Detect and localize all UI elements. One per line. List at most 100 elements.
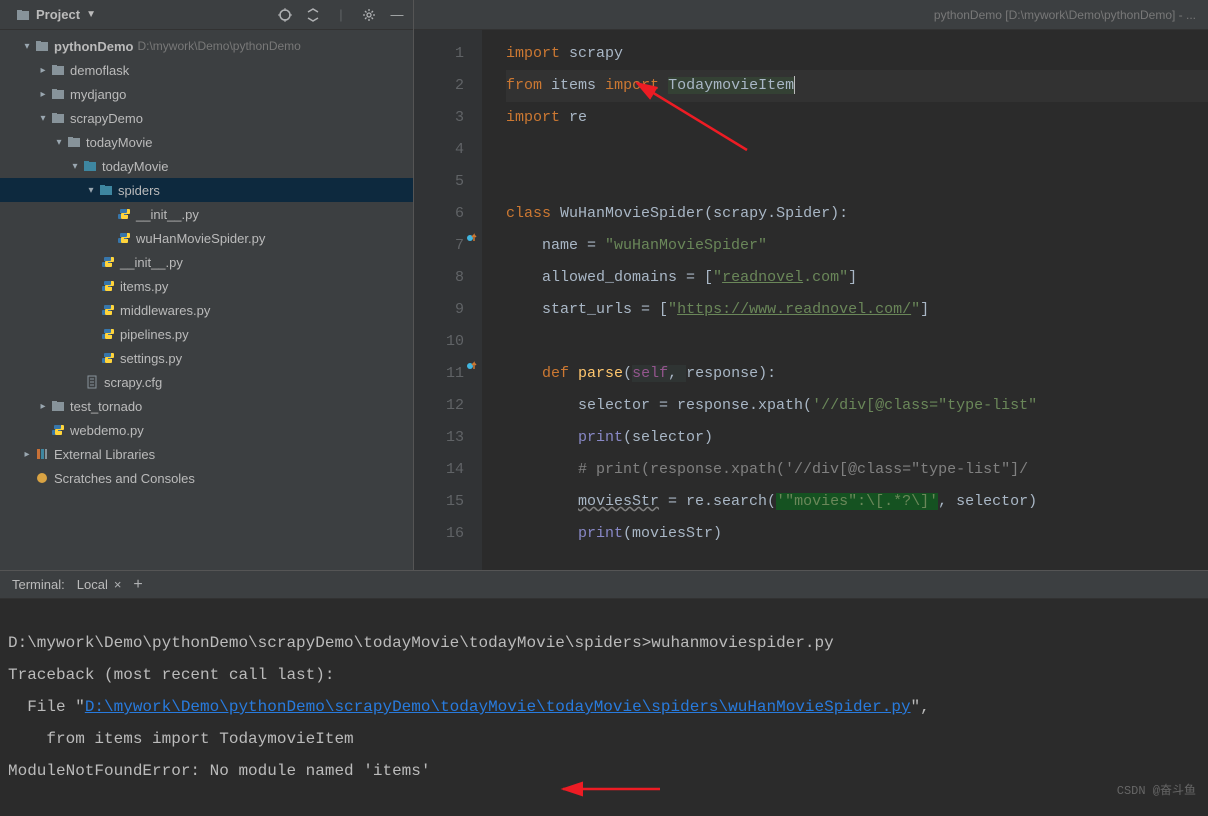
tree-item-spiders[interactable]: ▾spiders [0, 178, 413, 202]
expand-icon[interactable] [305, 7, 321, 23]
terminal-title: Terminal: [12, 577, 65, 592]
folder-icon [50, 398, 66, 414]
tree-label: scrapyDemo [70, 111, 143, 126]
add-terminal-icon[interactable]: + [133, 576, 142, 594]
line-number: 11 [414, 358, 464, 390]
tree-item-testtornado[interactable]: ▸ test_tornado [0, 394, 413, 418]
terminal-line: D:\mywork\Demo\pythonDemo\scrapyDemo\tod… [8, 634, 834, 652]
line-gutter: 1 2 3 4 5 6 7 8 9 10 11 12 13 14 15 16 [414, 30, 482, 570]
tree-item-todaymovie2[interactable]: ▾ todayMovie [0, 154, 413, 178]
tree-item-init1[interactable]: __init__.py [0, 202, 413, 226]
chevron-down-icon[interactable]: ▾ [20, 41, 34, 52]
tree-label: todayMovie [86, 135, 152, 150]
python-file-icon [100, 326, 116, 342]
project-header: Project ▼ | — [0, 0, 413, 30]
terminal-body[interactable]: D:\mywork\Demo\pythonDemo\scrapyDemo\tod… [0, 599, 1208, 815]
terminal-line: ModuleNotFoundError: No module named 'it… [8, 762, 430, 780]
project-tree[interactable]: ▾ pythonDemo D:\mywork\Demo\pythonDemo ▸… [0, 30, 413, 570]
line-number: 8 [414, 262, 464, 294]
line-number: 9 [414, 294, 464, 326]
tree-label: scrapy.cfg [104, 375, 162, 390]
tree-root[interactable]: ▾ pythonDemo D:\mywork\Demo\pythonDemo [0, 34, 413, 58]
package-icon [82, 158, 98, 174]
tree-item-demoflask[interactable]: ▸ demoflask [0, 58, 413, 82]
tree-root-path: D:\mywork\Demo\pythonDemo [137, 39, 300, 53]
chevron-right-icon[interactable]: ▸ [36, 401, 50, 412]
folder-icon [34, 38, 50, 54]
window-title: pythonDemo [D:\mywork\Demo\pythonDemo] -… [934, 8, 1196, 22]
line-number: 15 [414, 486, 464, 518]
override-icon[interactable] [464, 350, 480, 382]
tree-label: External Libraries [54, 447, 155, 462]
tree-root-label: pythonDemo [54, 39, 133, 54]
line-number: 12 [414, 390, 464, 422]
python-file-icon [116, 230, 132, 246]
tree-item-settings[interactable]: settings.py [0, 346, 413, 370]
python-file-icon [100, 278, 116, 294]
dropdown-arrow-icon: ▼ [86, 9, 96, 20]
terminal-line: ", [911, 698, 930, 716]
tree-item-scrapycfg[interactable]: scrapy.cfg [0, 370, 413, 394]
override-icon[interactable] [464, 222, 480, 254]
tree-label: todayMovie [102, 159, 168, 174]
folder-icon [50, 86, 66, 102]
chevron-down-icon[interactable]: ▾ [84, 185, 98, 196]
library-icon [34, 446, 50, 462]
folder-icon [66, 134, 82, 150]
terminal-header: Terminal: Local × + [0, 571, 1208, 599]
line-number: 5 [414, 166, 464, 198]
tree-label: test_tornado [70, 399, 142, 414]
python-file-icon [50, 422, 66, 438]
code-area[interactable]: import scrapy from items import Todaymov… [482, 30, 1208, 570]
tree-item-pipelines[interactable]: pipelines.py [0, 322, 413, 346]
terminal-link[interactable]: D:\mywork\Demo\pythonDemo\scrapyDemo\tod… [85, 698, 911, 716]
line-number: 4 [414, 134, 464, 166]
project-panel: Project ▼ | — ▾ pythonDemo D:\mywork\Dem… [0, 0, 414, 570]
scratch-icon [34, 470, 50, 486]
tree-item-scrapydemo[interactable]: ▾ scrapyDemo [0, 106, 413, 130]
tree-item-mydjango[interactable]: ▸mydjango [0, 82, 413, 106]
tree-item-todaymovie1[interactable]: ▾ todayMovie [0, 130, 413, 154]
chevron-right-icon[interactable]: ▸ [36, 89, 50, 100]
package-icon [98, 182, 114, 198]
terminal-tab[interactable]: Local × [77, 577, 122, 592]
project-dropdown[interactable]: Project ▼ [8, 5, 104, 24]
terminal-line: from items import TodaymovieItem [8, 730, 354, 748]
tree-label: __init__.py [136, 207, 199, 222]
line-number: 13 [414, 422, 464, 454]
tree-label: settings.py [120, 351, 182, 366]
line-number: 14 [414, 454, 464, 486]
file-icon [84, 374, 100, 390]
line-number: 16 [414, 518, 464, 550]
chevron-right-icon[interactable]: ▸ [36, 65, 50, 76]
folder-icon [16, 8, 30, 22]
code-editor[interactable]: 1 2 3 4 5 6 7 8 9 10 11 12 13 14 15 16 [414, 30, 1208, 570]
line-number: 1 [414, 38, 464, 70]
line-number: 2 [414, 70, 464, 102]
tree-item-webdemo[interactable]: ▸webdemo.py [0, 418, 413, 442]
python-file-icon [100, 254, 116, 270]
terminal-panel: Terminal: Local × + D:\mywork\Demo\pytho… [0, 570, 1208, 815]
target-icon[interactable] [277, 7, 293, 23]
tree-item-init2[interactable]: __init__.py [0, 250, 413, 274]
editor-panel: pythonDemo [D:\mywork\Demo\pythonDemo] -… [414, 0, 1208, 570]
close-icon[interactable]: × [114, 577, 122, 592]
python-file-icon [100, 350, 116, 366]
tree-label: demoflask [70, 63, 129, 78]
chevron-down-icon[interactable]: ▾ [52, 137, 66, 148]
tree-item-middlewares[interactable]: middlewares.py [0, 298, 413, 322]
chevron-down-icon[interactable]: ▾ [36, 113, 50, 124]
minimize-icon[interactable]: — [389, 7, 405, 23]
chevron-down-icon[interactable]: ▾ [68, 161, 82, 172]
terminal-line: Traceback (most recent call last): [8, 666, 334, 684]
tree-item-items[interactable]: items.py [0, 274, 413, 298]
line-number: 10 [414, 326, 464, 358]
tree-item-scratches[interactable]: ▸Scratches and Consoles [0, 466, 413, 490]
terminal-line: File " [8, 698, 85, 716]
tree-item-wuhanspider[interactable]: wuHanMovieSpider.py [0, 226, 413, 250]
gear-icon[interactable] [361, 7, 377, 23]
chevron-right-icon[interactable]: ▸ [20, 449, 34, 460]
terminal-tab-label: Local [77, 577, 108, 592]
tree-item-external-libs[interactable]: ▸ External Libraries [0, 442, 413, 466]
line-number: 3 [414, 102, 464, 134]
